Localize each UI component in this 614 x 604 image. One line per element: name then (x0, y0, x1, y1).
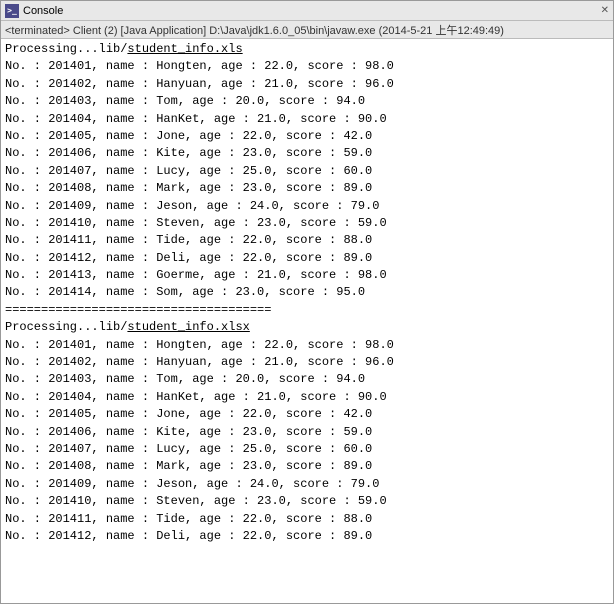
table-row: No. : 201404, name : HanKet, age : 21.0,… (5, 111, 609, 128)
table-row: No. : 201414, name : Som, age : 23.0, sc… (5, 284, 609, 301)
table-row: No. : 201405, name : Jone, age : 22.0, s… (5, 406, 609, 423)
table-row: No. : 201406, name : Kite, age : 23.0, s… (5, 145, 609, 162)
table-row: No. : 201405, name : Jone, age : 22.0, s… (5, 128, 609, 145)
table-row: No. : 201412, name : Deli, age : 22.0, s… (5, 528, 609, 545)
file-link-1[interactable]: student_info.xls (127, 42, 242, 56)
records-section-1: No. : 201401, name : Hongten, age : 22.0… (5, 58, 609, 301)
title-bar-text: Console (23, 5, 597, 17)
table-row: No. : 201402, name : Hanyuan, age : 21.0… (5, 76, 609, 93)
table-row: No. : 201413, name : Goerme, age : 21.0,… (5, 267, 609, 284)
title-bar: >_ Console ✕ (1, 1, 613, 21)
table-row: No. : 201412, name : Deli, age : 22.0, s… (5, 250, 609, 267)
table-row: No. : 201407, name : Lucy, age : 25.0, s… (5, 441, 609, 458)
table-row: No. : 201409, name : Jeson, age : 24.0, … (5, 476, 609, 493)
separator-1: ===================================== (5, 302, 609, 319)
table-row: No. : 201407, name : Lucy, age : 25.0, s… (5, 163, 609, 180)
table-row: No. : 201401, name : Hongten, age : 22.0… (5, 58, 609, 75)
console-window: >_ Console ✕ <terminated> Client (2) [Ja… (0, 0, 614, 604)
processing-prefix-2: Processing...lib/student_info.xlsx (5, 319, 250, 336)
table-row: No. : 201401, name : Hongten, age : 22.0… (5, 337, 609, 354)
table-row: No. : 201403, name : Tom, age : 20.0, sc… (5, 371, 609, 388)
close-icon[interactable]: ✕ (601, 5, 609, 16)
table-row: No. : 201411, name : Tide, age : 22.0, s… (5, 511, 609, 528)
table-row: No. : 201402, name : Hanyuan, age : 21.0… (5, 354, 609, 371)
status-bar: <terminated> Client (2) [Java Applicatio… (1, 21, 613, 39)
file-link-2[interactable]: student_info.xlsx (127, 320, 249, 334)
processing-prefix-1: Processing...lib/student_info.xls (5, 41, 243, 58)
status-text: <terminated> Client (2) [Java Applicatio… (5, 22, 504, 38)
table-row: No. : 201410, name : Steven, age : 23.0,… (5, 215, 609, 232)
console-icon: >_ (5, 4, 19, 18)
processing-line-1: Processing...lib/student_info.xls (5, 41, 609, 58)
table-row: No. : 201409, name : Jeson, age : 24.0, … (5, 198, 609, 215)
table-row: No. : 201410, name : Steven, age : 23.0,… (5, 493, 609, 510)
table-row: No. : 201404, name : HanKet, age : 21.0,… (5, 389, 609, 406)
processing-line-2: Processing...lib/student_info.xlsx (5, 319, 609, 336)
console-output[interactable]: Processing...lib/student_info.xls No. : … (1, 39, 613, 603)
table-row: No. : 201408, name : Mark, age : 23.0, s… (5, 458, 609, 475)
table-row: No. : 201411, name : Tide, age : 22.0, s… (5, 232, 609, 249)
table-row: No. : 201408, name : Mark, age : 23.0, s… (5, 180, 609, 197)
table-row: No. : 201406, name : Kite, age : 23.0, s… (5, 424, 609, 441)
records-section-2: No. : 201401, name : Hongten, age : 22.0… (5, 337, 609, 546)
table-row: No. : 201403, name : Tom, age : 20.0, sc… (5, 93, 609, 110)
